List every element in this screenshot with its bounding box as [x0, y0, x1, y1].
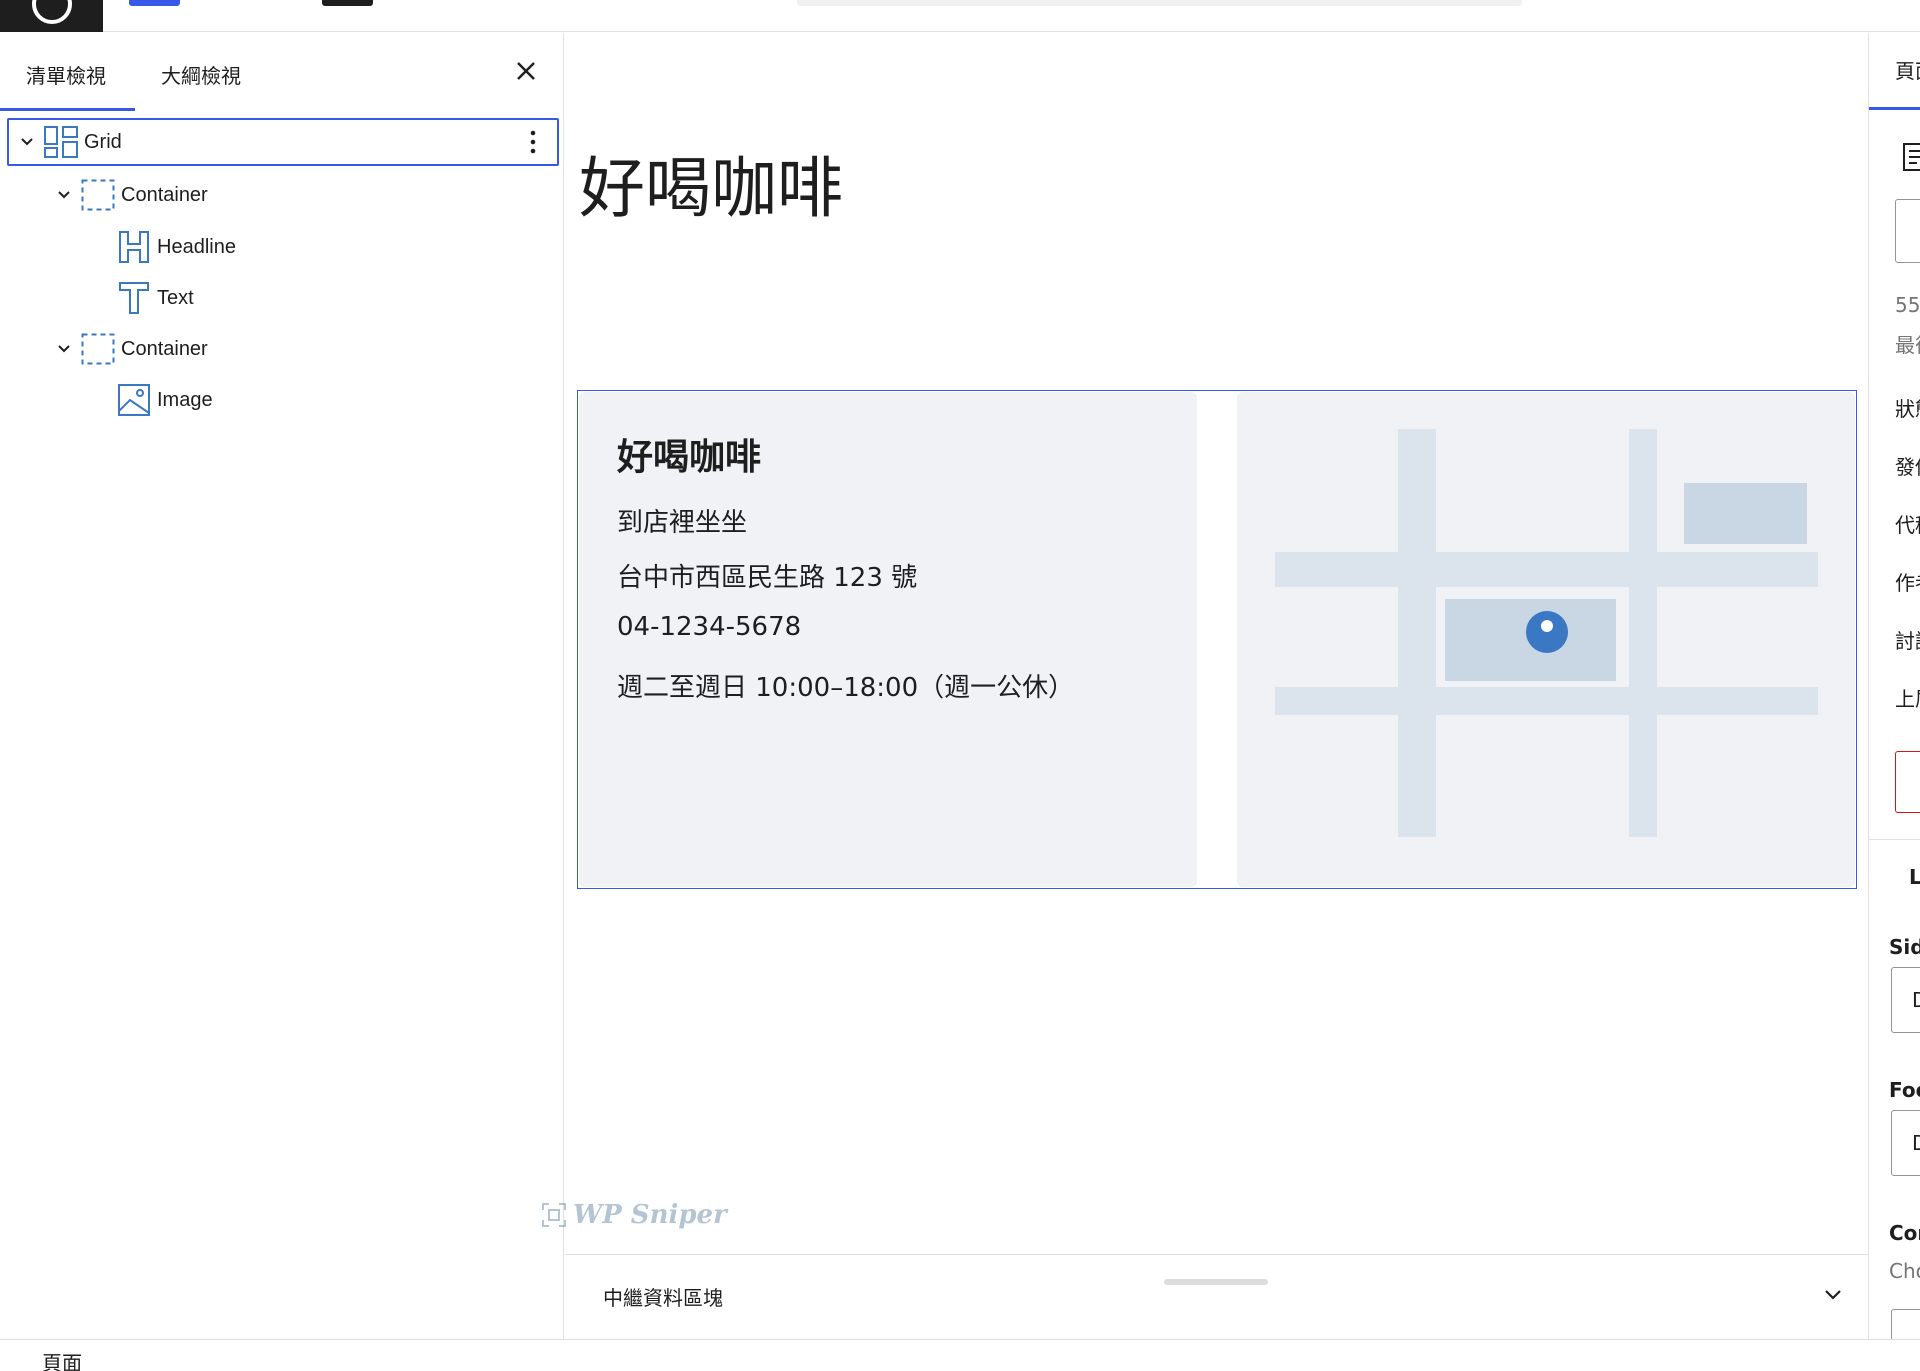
- meta-boxes-toggle-button[interactable]: [1819, 1281, 1847, 1309]
- headline-block[interactable]: 好喝咖啡: [617, 428, 761, 480]
- chevron-down-icon[interactable]: [55, 186, 73, 204]
- page-title[interactable]: 好喝咖啡: [579, 152, 843, 226]
- settings-sidebar: 頁面 55 最後 狀態 發佈 代稱 作者 討論 上層 Layout Sideba…: [1868, 33, 1920, 1339]
- tab-list-view[interactable]: 清單檢視: [26, 60, 106, 89]
- meta-boxes-label[interactable]: 中繼資料區塊: [603, 1282, 723, 1311]
- content-field-label: Content: [1889, 1221, 1920, 1245]
- divider: [1869, 839, 1920, 840]
- tools-button[interactable]: [322, 0, 373, 6]
- map-illustration: [1275, 429, 1818, 837]
- document-bar[interactable]: [797, 0, 1522, 6]
- tree-item-label: Grid: [84, 130, 122, 153]
- inserter-toggle-button[interactable]: [129, 0, 180, 6]
- map-image-block[interactable]: [1237, 392, 1855, 887]
- block-options-icon[interactable]: [523, 128, 543, 156]
- editor-footer: 頁面: [0, 1339, 1920, 1371]
- chevron-down-icon: [1825, 1290, 1841, 1300]
- wordpress-logo-icon: [32, 0, 72, 24]
- text-block-line[interactable]: 到店裡坐坐: [617, 502, 747, 539]
- sidebar-select[interactable]: D: [1891, 967, 1920, 1033]
- list-view-tabs: 清單檢視 大綱檢視: [0, 33, 563, 111]
- sidebar-field-label: Sidebar: [1889, 935, 1920, 959]
- tree-item-label: Container: [121, 183, 208, 206]
- excerpt-count-text: 55: [1895, 293, 1920, 317]
- grid-block[interactable]: 好喝咖啡 到店裡坐坐 台中市西區民生路 123 號 04-1234-5678 週…: [577, 390, 1857, 889]
- image-icon: [117, 383, 151, 417]
- grid-icon: [44, 125, 78, 159]
- watermark: WP Sniper: [541, 1200, 727, 1230]
- active-tab-indicator: [1869, 107, 1920, 110]
- status-row-label[interactable]: 狀態: [1895, 393, 1920, 422]
- meta-boxes-panel: 中繼資料區塊: [565, 1254, 1868, 1339]
- tree-item-label: Container: [121, 337, 208, 360]
- publish-row-label[interactable]: 發佈: [1895, 451, 1920, 480]
- headline-icon: [117, 230, 151, 264]
- content-field-help: Choose: [1889, 1259, 1920, 1283]
- watermark-text: WP Sniper: [573, 1200, 727, 1230]
- tab-outline-view[interactable]: 大綱檢視: [161, 60, 241, 89]
- layout-section-title[interactable]: Layout: [1909, 865, 1920, 889]
- tree-item-text[interactable]: Text: [117, 274, 194, 322]
- slug-row-label[interactable]: 代稱: [1895, 509, 1920, 538]
- top-toolbar: [0, 0, 1920, 32]
- tree-item-image[interactable]: Image: [117, 376, 213, 424]
- container-icon: [81, 332, 115, 366]
- close-list-view-button[interactable]: [510, 57, 542, 89]
- container-icon: [81, 178, 115, 212]
- chevron-down-icon[interactable]: [55, 340, 73, 358]
- tree-item-container[interactable]: Container: [55, 171, 208, 219]
- text-block-line[interactable]: 週二至週日 10:00–18:00（週一公休）: [617, 667, 1074, 704]
- author-row-label[interactable]: 作者: [1895, 567, 1920, 596]
- text-block-line[interactable]: 04-1234-5678: [617, 612, 801, 642]
- footer-select[interactable]: D: [1891, 1110, 1920, 1176]
- tree-item-grid[interactable]: Grid: [7, 118, 559, 166]
- wordpress-logo-button[interactable]: [0, 0, 103, 32]
- tab-page-settings[interactable]: 頁面: [1895, 55, 1920, 84]
- content-select[interactable]: [1891, 1309, 1920, 1339]
- resize-handle[interactable]: [1164, 1279, 1268, 1285]
- editor-canvas[interactable]: 好喝咖啡 好喝咖啡 到店裡坐坐 台中市西區民生路 123 號 04-1234-5…: [565, 33, 1868, 1289]
- footer-field-label: Footer: [1889, 1078, 1920, 1102]
- tree-item-container[interactable]: Container: [55, 325, 208, 373]
- chevron-down-icon[interactable]: [18, 133, 36, 151]
- tree-item-label: Text: [157, 286, 194, 309]
- discussion-row-label[interactable]: 討論: [1895, 625, 1920, 654]
- tree-item-label: Image: [157, 388, 213, 411]
- featured-image-field[interactable]: [1895, 199, 1920, 263]
- tree-item-headline[interactable]: Headline: [117, 223, 236, 271]
- text-icon: [117, 281, 151, 315]
- close-icon: [517, 62, 535, 80]
- page-icon: [1903, 143, 1920, 176]
- map-pin-icon: [1526, 611, 1568, 653]
- watermark-logo-icon: [542, 1203, 566, 1227]
- breadcrumb[interactable]: 頁面: [42, 1347, 82, 1371]
- last-edited-text: 最後: [1895, 333, 1920, 357]
- list-view-panel: 清單檢視 大綱檢視 Grid Container Headline Text C…: [0, 33, 564, 1339]
- info-container[interactable]: 好喝咖啡 到店裡坐坐 台中市西區民生路 123 號 04-1234-5678 週…: [579, 392, 1197, 887]
- move-to-trash-button[interactable]: [1895, 751, 1920, 813]
- parent-row-label[interactable]: 上層: [1895, 683, 1920, 712]
- text-block-line[interactable]: 台中市西區民生路 123 號: [617, 557, 917, 594]
- active-tab-indicator: [0, 108, 135, 111]
- tree-item-label: Headline: [157, 235, 236, 258]
